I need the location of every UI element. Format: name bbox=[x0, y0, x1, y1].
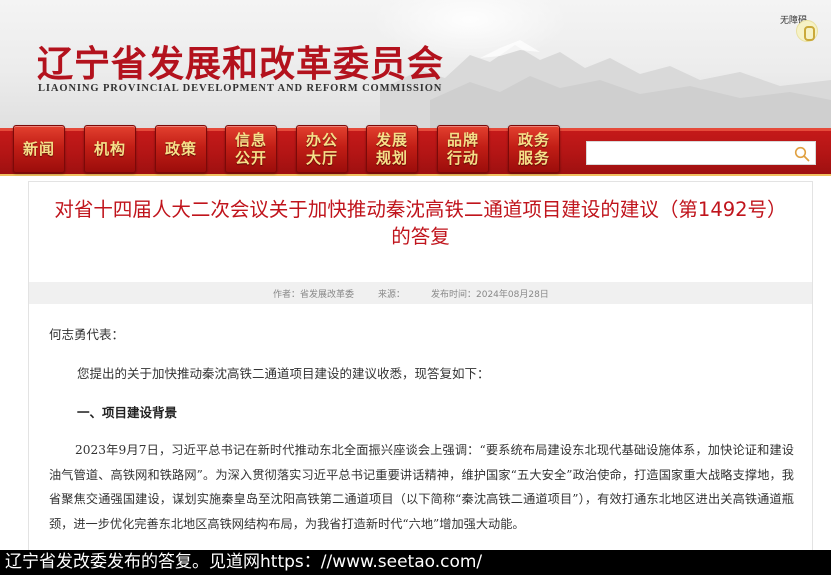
nav-label-line1: 政务 bbox=[517, 131, 550, 149]
nav-office-hall[interactable]: 办公 大厅 bbox=[296, 125, 348, 173]
image-caption: 辽宁省发改委发布的答复。见道网https：//www.seetao.com/ bbox=[0, 550, 831, 575]
nav-brand-action[interactable]: 品牌 行动 bbox=[437, 125, 489, 173]
accessibility-icon[interactable] bbox=[796, 20, 818, 42]
search-box bbox=[586, 141, 816, 165]
article-paragraph: 2023年9月7日，习近平总书记在新时代推动东北全面振兴座谈会上强调：“要系统布… bbox=[49, 443, 794, 531]
nav-label-line1: 发展 bbox=[375, 131, 408, 149]
nav-government-services[interactable]: 政务 服务 bbox=[508, 125, 560, 173]
nav-label: 政策 bbox=[164, 140, 197, 158]
nav-information-disclosure[interactable]: 信息 公开 bbox=[225, 125, 277, 173]
nav-organization[interactable]: 机构 bbox=[84, 125, 136, 173]
nav-label-line1: 办公 bbox=[305, 131, 338, 149]
site-logo-english: LIAONING PROVINCIAL DEVELOPMENT AND REFO… bbox=[38, 83, 443, 94]
nav-label-line2: 行动 bbox=[446, 149, 479, 167]
article-publish-time: 发布时间：2024年08月28日 bbox=[431, 290, 549, 300]
nav-development-planning[interactable]: 发展 规划 bbox=[366, 125, 418, 173]
article-source: 来源： bbox=[378, 290, 406, 300]
article-title: 对省十四届人大二次会议关于加快推动秦沈高铁二通道项目建设的建议（第1492号）的… bbox=[54, 198, 787, 248]
nav-label: 新闻 bbox=[22, 140, 55, 158]
article-author: 作者：省发展改革委 bbox=[273, 290, 355, 300]
section-heading: 一、项目建设背景 bbox=[77, 405, 178, 420]
nav-label: 机构 bbox=[93, 140, 126, 158]
search-input[interactable] bbox=[591, 144, 787, 164]
nav-label-line2: 公开 bbox=[234, 149, 267, 167]
nav-label-line2: 大厅 bbox=[305, 149, 338, 167]
nav-news[interactable]: 新闻 bbox=[13, 125, 65, 173]
nav-label-line2: 服务 bbox=[517, 149, 550, 167]
site-logo-chinese[interactable]: 辽宁省发展和改革委员会 bbox=[37, 35, 444, 87]
search-icon[interactable] bbox=[794, 146, 810, 162]
article-intro: 您提出的关于加快推动秦沈高铁二通道项目建设的建议收悉，现答复如下： bbox=[77, 366, 490, 381]
article-meta-bar: 作者：省发展改革委 来源： 发布时间：2024年08月28日 bbox=[29, 282, 812, 304]
article-salutation: 何志勇代表： bbox=[49, 327, 125, 342]
site-header: 辽宁省发展和改革委员会 LIAONING PROVINCIAL DEVELOPM… bbox=[0, 0, 831, 128]
nav-label-line1: 品牌 bbox=[446, 131, 479, 149]
nav-policy[interactable]: 政策 bbox=[155, 125, 207, 173]
nav-label-line1: 信息 bbox=[234, 131, 267, 149]
nav-label-line2: 规划 bbox=[375, 149, 408, 167]
